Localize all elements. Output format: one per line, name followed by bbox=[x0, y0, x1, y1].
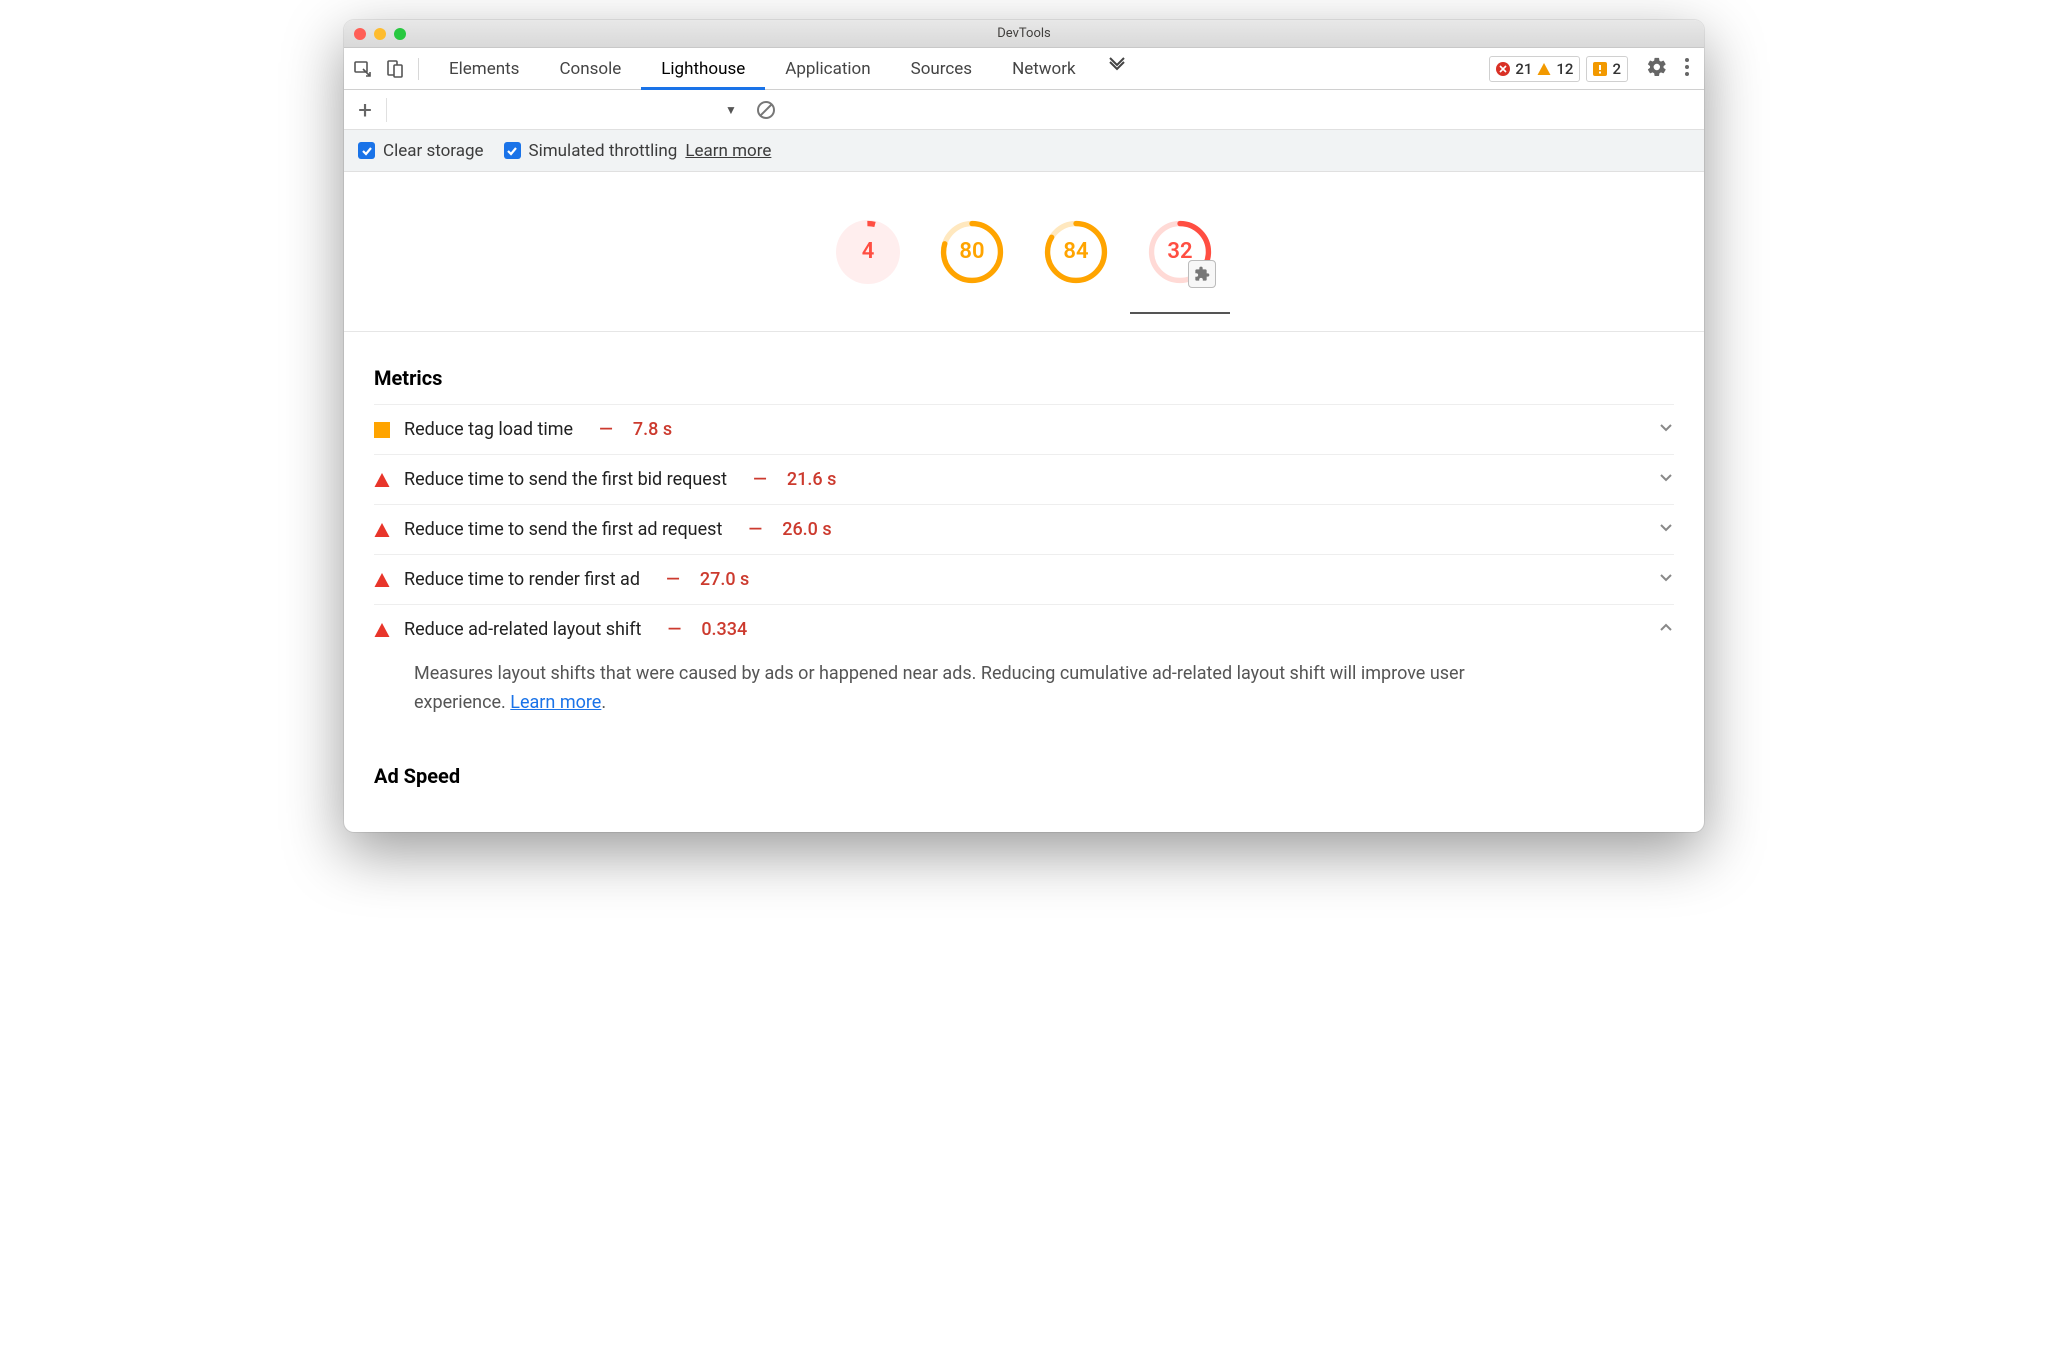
issues-icon bbox=[1593, 62, 1607, 76]
triangle-red-icon bbox=[374, 472, 390, 488]
error-icon bbox=[1496, 62, 1510, 76]
tab-sources[interactable]: Sources bbox=[891, 48, 992, 90]
tab-elements[interactable]: Elements bbox=[429, 48, 539, 90]
traffic-lights bbox=[354, 28, 406, 40]
tab-overflow-icon[interactable] bbox=[1096, 48, 1138, 90]
lighthouse-options-bar: Clear storage Simulated throttling Learn… bbox=[344, 130, 1704, 172]
chevron-down-icon bbox=[1658, 469, 1674, 490]
clear-storage-checkbox[interactable]: Clear storage bbox=[358, 141, 484, 161]
zoom-window-button[interactable] bbox=[394, 28, 406, 40]
metric-value: 26.0 s bbox=[782, 519, 831, 540]
device-toolbar-icon[interactable] bbox=[384, 58, 406, 80]
inspect-element-icon[interactable] bbox=[352, 58, 374, 80]
minimize-window-button[interactable] bbox=[374, 28, 386, 40]
triangle-red-icon bbox=[374, 522, 390, 538]
console-counts-badge[interactable]: 21 12 bbox=[1489, 56, 1580, 82]
mac-titlebar: DevTools bbox=[344, 20, 1704, 48]
metric-title: Reduce time to send the first bid reques… bbox=[404, 469, 727, 490]
metrics-heading: Metrics bbox=[374, 366, 1674, 390]
ad-speed-heading: Ad Speed bbox=[374, 764, 1674, 788]
metric-value: 0.334 bbox=[701, 619, 747, 640]
gauge-1-score: 4 bbox=[836, 220, 900, 284]
clear-report-icon[interactable] bbox=[755, 99, 777, 121]
plugin-puzzle-icon bbox=[1188, 260, 1216, 288]
score-gauges: 4 80 84 bbox=[344, 172, 1704, 332]
warning-icon bbox=[1537, 62, 1551, 76]
metric-row[interactable]: Reduce time to send the first ad request… bbox=[374, 504, 1674, 554]
metric-description: Measures layout shifts that were caused … bbox=[374, 654, 1554, 740]
chevron-down-icon bbox=[1658, 569, 1674, 590]
metric-learn-more-link[interactable]: Learn more bbox=[510, 692, 601, 713]
close-window-button[interactable] bbox=[354, 28, 366, 40]
metric-value: 27.0 s bbox=[700, 569, 749, 590]
settings-gear-icon[interactable] bbox=[1640, 56, 1674, 82]
chevron-down-icon bbox=[1658, 519, 1674, 540]
throttling-learn-more-link[interactable]: Learn more bbox=[685, 141, 771, 161]
metric-row[interactable]: Reduce tag load time — 7.8 s bbox=[374, 404, 1674, 454]
clear-storage-label: Clear storage bbox=[383, 141, 484, 161]
report-content: Metrics Reduce tag load time — 7.8 s Red… bbox=[344, 332, 1704, 832]
metric-title: Reduce tag load time bbox=[404, 419, 573, 440]
metric-title: Reduce time to send the first ad request bbox=[404, 519, 722, 540]
warning-count: 12 bbox=[1556, 60, 1573, 78]
tab-lighthouse[interactable]: Lighthouse bbox=[641, 48, 765, 90]
lighthouse-subbar: + ▼ bbox=[344, 90, 1704, 130]
gauge-2[interactable]: 80 bbox=[940, 220, 1004, 284]
metric-row[interactable]: Reduce time to render first ad — 27.0 s bbox=[374, 554, 1674, 604]
chevron-up-icon bbox=[1658, 619, 1674, 640]
simulated-throttling-checkbox[interactable]: Simulated throttling bbox=[504, 141, 678, 161]
metric-value: 21.6 s bbox=[787, 469, 836, 490]
report-dropdown-icon[interactable]: ▼ bbox=[725, 103, 737, 117]
metric-row[interactable]: Reduce time to send the first bid reques… bbox=[374, 454, 1674, 504]
metric-value: 7.8 s bbox=[633, 419, 672, 440]
window-title: DevTools bbox=[344, 26, 1704, 41]
chevron-down-icon bbox=[1658, 419, 1674, 440]
tab-network[interactable]: Network bbox=[992, 48, 1096, 90]
gauge-3[interactable]: 84 bbox=[1044, 220, 1108, 284]
metric-title: Reduce ad-related layout shift bbox=[404, 619, 641, 640]
triangle-red-icon bbox=[374, 572, 390, 588]
tab-application[interactable]: Application bbox=[765, 48, 890, 90]
issues-count: 2 bbox=[1612, 60, 1621, 78]
new-report-button[interactable]: + bbox=[354, 99, 376, 121]
gauge-3-score: 84 bbox=[1044, 220, 1108, 284]
metric-title: Reduce time to render first ad bbox=[404, 569, 640, 590]
tab-console[interactable]: Console bbox=[539, 48, 641, 90]
gauge-1[interactable]: 4 bbox=[836, 220, 900, 284]
gauge-4-selected-indicator bbox=[1130, 312, 1230, 314]
devtools-toolbar: Elements Console Lighthouse Application … bbox=[344, 48, 1704, 90]
gauge-4[interactable]: 32 bbox=[1148, 220, 1212, 284]
triangle-red-icon bbox=[374, 622, 390, 638]
panel-tabs: Elements Console Lighthouse Application … bbox=[429, 48, 1138, 90]
error-count: 21 bbox=[1515, 60, 1532, 78]
devtools-window: DevTools Elements Console Lighthouse App… bbox=[344, 20, 1704, 832]
more-menu-icon[interactable] bbox=[1678, 57, 1696, 81]
gauge-2-score: 80 bbox=[940, 220, 1004, 284]
square-orange-icon bbox=[374, 422, 390, 438]
simulated-throttling-label: Simulated throttling bbox=[529, 141, 678, 161]
issues-badge[interactable]: 2 bbox=[1586, 56, 1628, 82]
metric-row[interactable]: Reduce ad-related layout shift — 0.334 bbox=[374, 604, 1674, 654]
